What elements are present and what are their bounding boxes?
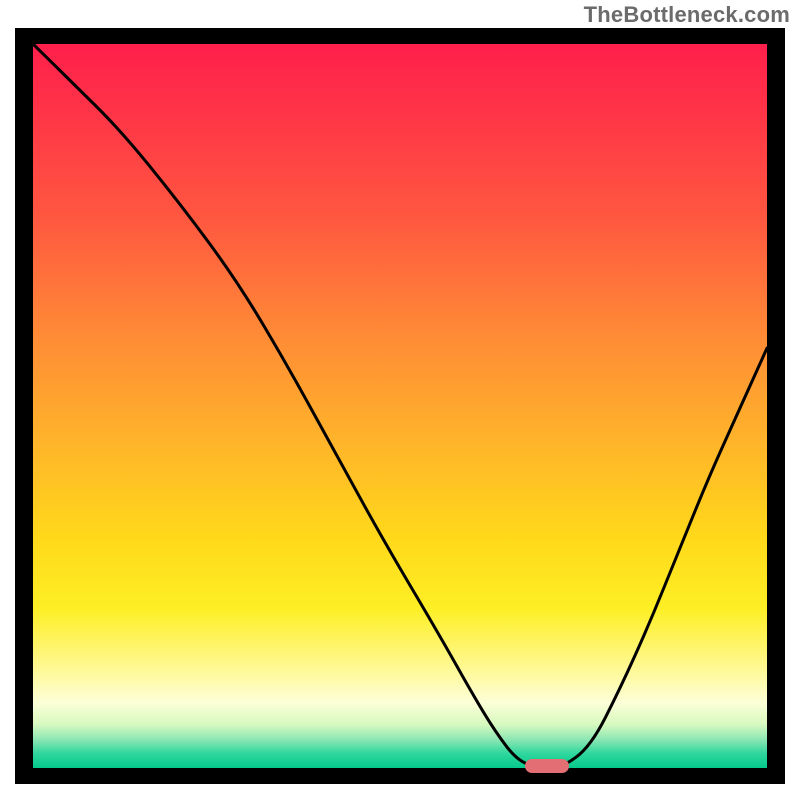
optimum-marker [525,759,569,773]
watermark-text: TheBottleneck.com [584,2,790,28]
plot-border [15,28,785,784]
chart-container: TheBottleneck.com [0,0,800,800]
bottleneck-curve [33,44,767,768]
plot-area [33,44,767,768]
